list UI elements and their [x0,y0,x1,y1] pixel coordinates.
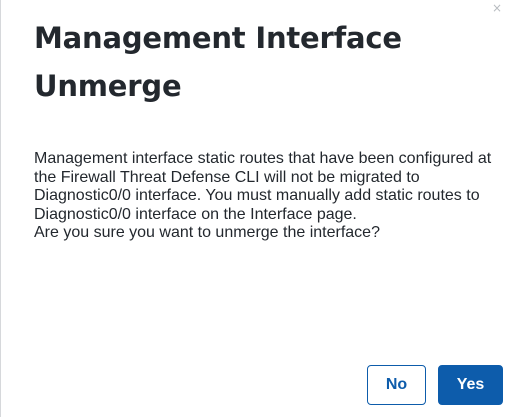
no-button[interactable]: No [367,365,426,405]
dialog-title: Management Interface Unmerge [34,21,402,103]
confirmation-question: Are you sure you want to unmerge the int… [34,224,380,241]
dialog-message: Management interface static routes that … [34,150,504,243]
close-icon[interactable]: × [492,2,502,14]
unmerge-dialog: × Management Interface Unmerge Managemen… [0,0,506,417]
warning-text: Management interface static routes that … [34,150,492,223]
yes-button[interactable]: Yes [438,365,503,405]
